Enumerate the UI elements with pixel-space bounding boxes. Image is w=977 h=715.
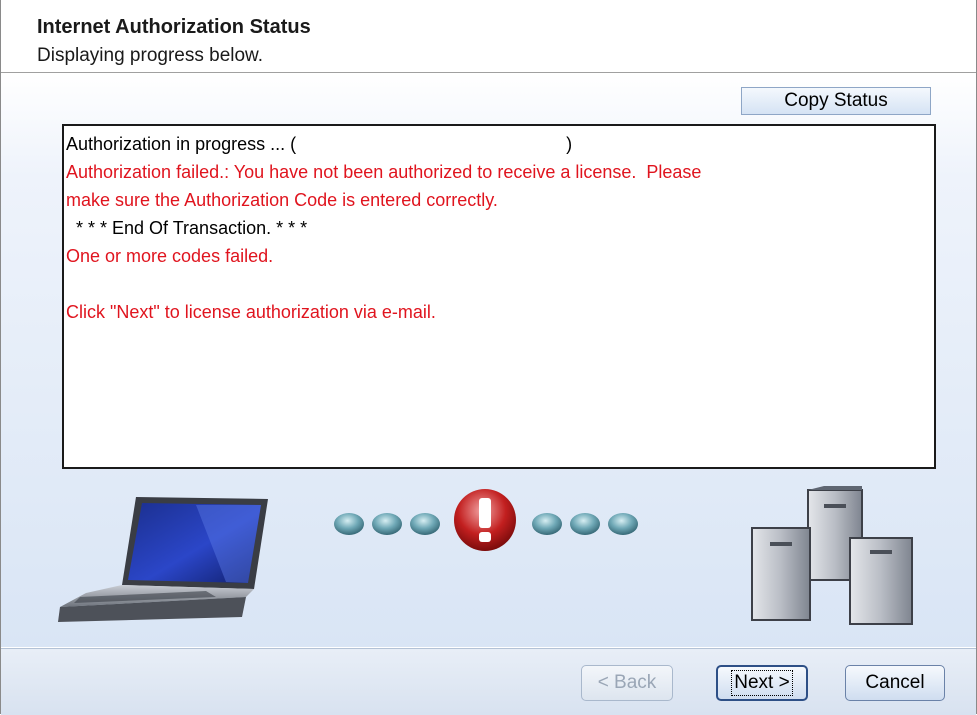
copy-status-button[interactable]: Copy Status bbox=[741, 87, 931, 115]
progress-dots-after bbox=[532, 513, 638, 535]
status-line-error-detail: make sure the Authorization Code is ente… bbox=[66, 190, 498, 210]
servers-icon bbox=[751, 486, 913, 625]
back-button-label: < Back bbox=[597, 672, 657, 693]
page-subtitle: Displaying progress below. bbox=[37, 45, 264, 66]
page-title: Internet Authorization Status bbox=[37, 16, 311, 38]
cancel-button-label: Cancel bbox=[865, 672, 925, 693]
footer-bar bbox=[1, 648, 976, 715]
next-button-label: Next > bbox=[731, 670, 793, 696]
status-line-next-hint: Click "Next" to license authorization vi… bbox=[66, 302, 436, 322]
header: Internet Authorization Status Displaying… bbox=[1, 0, 976, 73]
status-log[interactable]: Authorization in progress ... () Authori… bbox=[62, 124, 936, 469]
status-line-error: Authorization failed.: You have not been… bbox=[66, 162, 702, 182]
laptop-icon bbox=[58, 497, 268, 622]
status-line-progress: Authorization in progress ... () bbox=[66, 130, 932, 158]
status-progress-prefix: Authorization in progress ... ( bbox=[66, 134, 297, 154]
progress-indicator bbox=[334, 489, 638, 551]
status-line-blank bbox=[66, 270, 932, 298]
redacted-text bbox=[296, 130, 567, 150]
back-button[interactable]: < Back bbox=[581, 665, 673, 701]
cancel-button[interactable]: Cancel bbox=[845, 665, 945, 701]
next-button[interactable]: Next > bbox=[716, 665, 808, 701]
status-line-codes-failed: One or more codes failed. bbox=[66, 246, 274, 266]
status-progress-suffix: ) bbox=[566, 134, 573, 154]
exclamation-icon bbox=[454, 489, 516, 551]
status-line-end-transaction: * * * End Of Transaction. * * * bbox=[66, 218, 308, 238]
progress-dots-before bbox=[334, 513, 440, 535]
